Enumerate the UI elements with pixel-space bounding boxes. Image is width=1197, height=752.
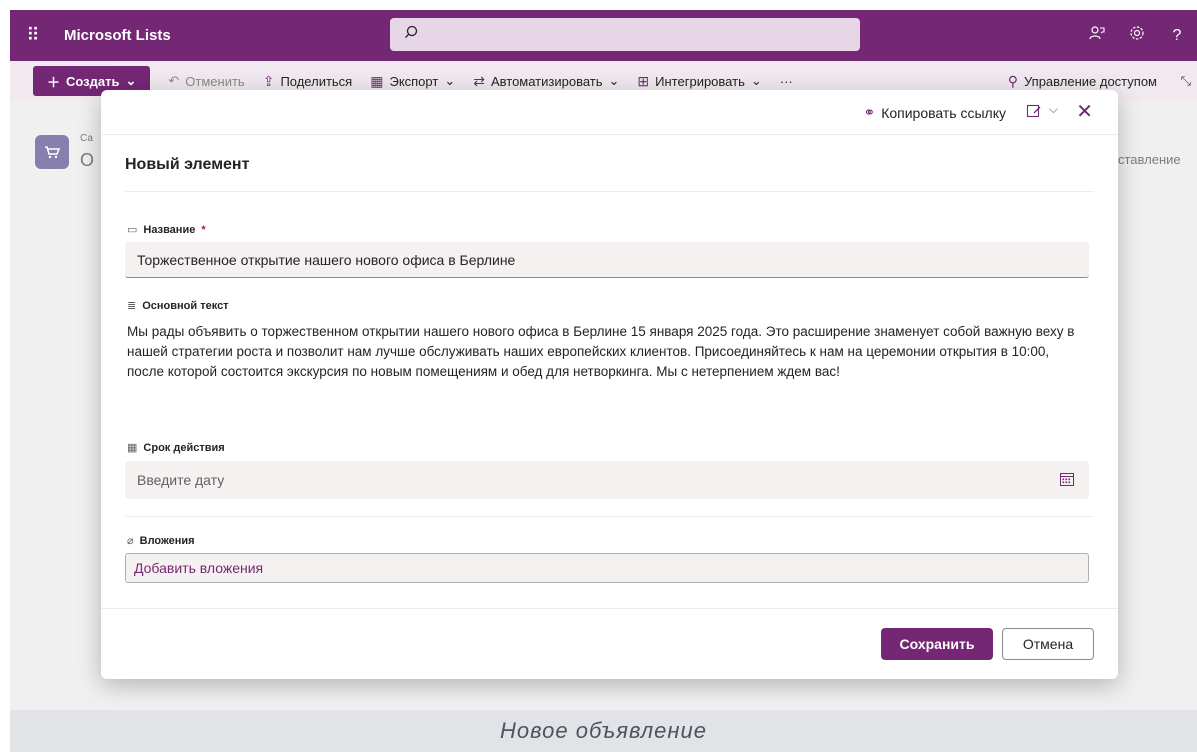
name-field[interactable]: Торжественное открытие нашего нового офи… (125, 242, 1089, 278)
chevron-down-icon[interactable]: ⌵ (1049, 102, 1058, 117)
waffle-icon[interactable]: ⠿ (10, 10, 56, 61)
plus-icon: ＋ (47, 74, 61, 90)
cancel-button[interactable]: Отмена (1002, 628, 1094, 660)
automate-button[interactable]: ⇄ Автоматизировать ⌄ (473, 73, 619, 90)
name-field-label: ▭ Название * (127, 223, 206, 237)
help-icon[interactable]: ? (1157, 27, 1197, 45)
settings-icon[interactable] (1117, 25, 1157, 46)
search-icon (404, 25, 418, 44)
more-label: ··· (779, 73, 793, 89)
app-name[interactable]: Microsoft Lists (64, 27, 171, 44)
text-field-icon: ▭ (127, 224, 138, 236)
integrate-label: Интегрировать (655, 73, 745, 89)
edit-form-icon[interactable] (1026, 103, 1042, 122)
close-icon[interactable]: ✕ (1076, 99, 1093, 124)
copy-link-label: Копировать ссылку (881, 104, 1006, 121)
body-label: Основной текст (142, 299, 229, 312)
required-marker: * (201, 223, 206, 236)
chevron-down-icon: ⌄ (608, 73, 620, 88)
expand-icon[interactable]: ⤡ (1181, 73, 1191, 89)
chevron-down-icon: ⌄ (125, 73, 137, 88)
divider (101, 608, 1118, 609)
manage-access-label: Управление доступом (1023, 73, 1157, 89)
export-button[interactable]: ▦ Экспорт ⌄ (370, 73, 455, 90)
share-button[interactable]: ⇪ Поделиться (263, 73, 353, 90)
chevron-down-icon: ⌄ (444, 73, 456, 88)
person-icon: ⚲ (1007, 72, 1018, 89)
share-label: Поделиться (280, 73, 353, 89)
integrate-button[interactable]: ⊞ Интегрировать ⌄ (637, 73, 761, 90)
undo-icon: ↶ (168, 73, 180, 88)
divider (125, 191, 1094, 192)
add-attachments-link[interactable]: Добавить вложения (125, 553, 1089, 583)
more-button[interactable]: ··· (780, 74, 793, 89)
export-label: Экспорт (389, 73, 439, 89)
share-icon: ⇪ (262, 72, 275, 89)
copy-link-button[interactable]: ⚭ Копировать ссылку (863, 104, 1006, 121)
automate-label: Автоматизировать (490, 73, 603, 89)
expiry-placeholder: Введите дату (137, 472, 225, 488)
name-label: Название (143, 223, 196, 236)
dialog-toolbar: ⚭ Копировать ссылку ⌵ ✕ (101, 90, 1118, 135)
search-input[interactable] (418, 18, 860, 51)
suite-header: ⠿ Microsoft Lists ? (10, 10, 1197, 61)
calendar-icon[interactable] (1059, 471, 1075, 491)
create-label: Создать (66, 73, 120, 89)
undo-button[interactable]: ↶ Отменить (168, 73, 244, 89)
expiry-date-input[interactable]: Введите дату (125, 461, 1089, 499)
link-icon: ⚭ (863, 104, 876, 120)
search-box[interactable] (390, 18, 860, 51)
feedback-icon[interactable] (1077, 25, 1117, 46)
divider (125, 516, 1094, 517)
caption: Новое объявление (10, 710, 1197, 752)
multiline-text-icon: ≣ (127, 300, 137, 312)
dialog-title: Новый элемент (125, 156, 250, 173)
new-item-dialog: ⚭ Копировать ссылку ⌵ ✕ Новый элемент ▭ … (101, 90, 1118, 679)
manage-access-button[interactable]: ⚲ Управление доступом (1008, 73, 1157, 90)
calendar-icon: ▦ (127, 442, 138, 454)
undo-label: Отменить (185, 73, 245, 89)
body-field-label: ≣ Основной текст (127, 299, 229, 313)
flow-icon: ⇄ (473, 72, 485, 89)
chevron-down-icon: ⌄ (750, 73, 762, 88)
grid-icon: ⊞ (637, 72, 650, 89)
save-button[interactable]: Сохранить (881, 628, 993, 660)
expiry-field-label: ▦ Срок действия (127, 441, 225, 455)
excel-icon: ▦ (370, 72, 384, 89)
header-icons: ? (1077, 10, 1197, 61)
attachments-field-label: ⌀ Вложения (127, 534, 195, 548)
paperclip-icon: ⌀ (127, 535, 134, 547)
attachments-label: Вложения (139, 534, 195, 547)
body-text-field[interactable]: Мы рады объявить о торжественном открыти… (127, 322, 1087, 382)
expiry-label: Срок действия (143, 441, 225, 454)
